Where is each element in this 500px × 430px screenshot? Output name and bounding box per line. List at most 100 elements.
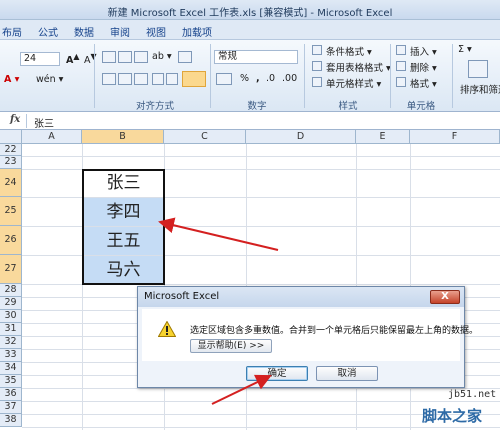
sort-filter-button[interactable]: 排序和筛选 — [460, 82, 500, 96]
column-header-c[interactable]: C — [164, 130, 246, 144]
dialog-title-bar[interactable]: Microsoft Excel X — [138, 287, 464, 307]
row-header-37[interactable]: 37 — [0, 401, 22, 414]
row-header-32[interactable]: 32 — [0, 336, 22, 349]
table-format-button[interactable]: 套用表格格式 ▾ — [326, 60, 391, 74]
ok-button[interactable]: 确定 — [246, 366, 308, 381]
wrap-text-icon[interactable] — [178, 51, 192, 63]
group-separator — [452, 44, 453, 108]
conditional-format-icon — [312, 45, 322, 55]
tab-view[interactable]: 视图 — [146, 24, 166, 39]
align-middle-icon[interactable] — [118, 51, 132, 63]
increase-decimal-icon[interactable]: .0 — [266, 73, 275, 84]
dialog-message: 选定区域包含多重数值。合并到一个单元格后只能保留最左上角的数据。 — [190, 326, 479, 336]
row-header-25[interactable]: 25 — [0, 197, 22, 226]
gridline — [22, 388, 500, 389]
cancel-button[interactable]: 取消 — [316, 366, 378, 381]
group-separator — [94, 44, 95, 108]
column-header-a[interactable]: A — [22, 130, 82, 144]
window-title: 新建 Microsoft Excel 工作表.xls [兼容模式] - Micr… — [107, 8, 393, 19]
merge-center-icon[interactable] — [182, 71, 206, 87]
row-header-24[interactable]: 24 — [0, 169, 22, 197]
select-all-corner[interactable] — [0, 130, 22, 144]
column-header-f[interactable]: F — [410, 130, 500, 144]
format-icon — [396, 77, 406, 87]
tab-formulas[interactable]: 公式 — [38, 24, 58, 39]
row-header-29[interactable]: 29 — [0, 297, 22, 310]
currency-icon[interactable] — [216, 73, 232, 85]
align-center-icon[interactable] — [118, 73, 132, 85]
table-format-icon — [312, 61, 322, 71]
dialog-button-row: 确定 取消 — [142, 361, 460, 385]
delete-icon — [396, 61, 406, 71]
row-header-28[interactable]: 28 — [0, 284, 22, 297]
watermark-brand: 脚本之家 — [422, 407, 483, 425]
row-header-27[interactable]: 27 — [0, 255, 22, 284]
cells-group-label: 单元格 — [406, 101, 436, 112]
warning-icon — [158, 321, 176, 337]
tab-layout[interactable]: 布局 — [2, 24, 22, 39]
gridline — [22, 401, 500, 402]
conditional-format-button[interactable]: 条件格式 ▾ — [326, 44, 372, 58]
delete-button[interactable]: 删除 ▾ — [410, 60, 437, 74]
row-header-36[interactable]: 36 — [0, 388, 22, 401]
dialog-title: Microsoft Excel — [144, 291, 220, 302]
format-button[interactable]: 格式 ▾ — [410, 76, 437, 90]
cell-styles-button[interactable]: 单元格样式 ▾ — [326, 76, 381, 90]
group-separator — [304, 44, 305, 108]
row-header-31[interactable]: 31 — [0, 323, 22, 336]
decrease-decimal-icon[interactable]: .00 — [282, 73, 297, 84]
watermark-site: jb51.net — [448, 389, 497, 400]
row-header-26[interactable]: 26 — [0, 226, 22, 255]
column-header-d[interactable]: D — [246, 130, 356, 144]
row-header-23[interactable]: 23 — [0, 156, 22, 169]
ribbon: 24 A▲ A▼ A ▾ wén ▾ ab ▾ 对齐方式 常规 % , .0 .… — [0, 40, 500, 112]
gridline — [22, 427, 500, 428]
dialog-close-button[interactable]: X — [430, 290, 460, 304]
tab-addins[interactable]: 加载项 — [182, 24, 212, 39]
alignment-group-label: 对齐方式 — [135, 101, 174, 112]
tab-data[interactable]: 数据 — [74, 24, 94, 39]
increase-indent-icon[interactable] — [166, 73, 178, 85]
align-top-icon[interactable] — [102, 51, 116, 63]
font-color-icon[interactable]: A ▾ — [4, 74, 19, 85]
grow-font-icon[interactable]: A▲ — [66, 52, 79, 66]
phonetic-icon[interactable]: wén ▾ — [36, 74, 63, 85]
tab-review[interactable]: 审阅 — [110, 24, 130, 39]
row-header-38[interactable]: 38 — [0, 414, 22, 427]
align-right-icon[interactable] — [134, 73, 148, 85]
sort-filter-icon — [468, 60, 488, 78]
group-separator — [210, 44, 211, 108]
row-header-35[interactable]: 35 — [0, 375, 22, 388]
insert-button[interactable]: 插入 ▾ — [410, 44, 437, 58]
align-left-icon[interactable] — [102, 73, 116, 85]
column-header-b[interactable]: B — [82, 130, 164, 144]
formula-input[interactable]: 张三 — [34, 115, 54, 130]
insert-icon — [396, 45, 406, 55]
gridline — [22, 156, 500, 157]
fx-icon[interactable]: fx — [10, 114, 20, 125]
row-header-33[interactable]: 33 — [0, 349, 22, 362]
font-size-value: 24 — [24, 53, 37, 64]
number-format-combo[interactable]: 常规 — [214, 50, 298, 64]
dialog-body: 选定区域包含多重数值。合并到一个单元格后只能保留最左上角的数据。 显示帮助(E)… — [142, 309, 478, 385]
row-header-22[interactable]: 22 — [0, 144, 22, 156]
title-bar: 新建 Microsoft Excel 工作表.xls [兼容模式] - Micr… — [0, 0, 500, 20]
autosum-icon[interactable]: Σ ▾ — [458, 44, 472, 55]
percent-icon[interactable]: % — [240, 73, 249, 84]
show-help-button[interactable]: 显示帮助(E) >> — [190, 339, 272, 353]
styles-group-label: 样式 — [338, 101, 358, 112]
row-header-30[interactable]: 30 — [0, 310, 22, 323]
ribbon-tabs: 布局 公式 数据 审阅 视图 加载项 — [0, 20, 500, 40]
column-header-e[interactable]: E — [356, 130, 410, 144]
font-size-combo[interactable]: 24 — [20, 52, 60, 66]
selection-border — [82, 169, 165, 285]
number-group-label: 数字 — [247, 101, 267, 112]
row-header-34[interactable]: 34 — [0, 362, 22, 375]
comma-icon[interactable]: , — [256, 73, 260, 84]
align-bottom-icon[interactable] — [134, 51, 148, 63]
number-format-value: 常规 — [218, 51, 238, 62]
decrease-indent-icon[interactable] — [152, 73, 164, 85]
cell-styles-icon — [312, 77, 322, 87]
formula-separator — [26, 114, 27, 128]
orientation-icon[interactable]: ab ▾ — [152, 51, 172, 62]
